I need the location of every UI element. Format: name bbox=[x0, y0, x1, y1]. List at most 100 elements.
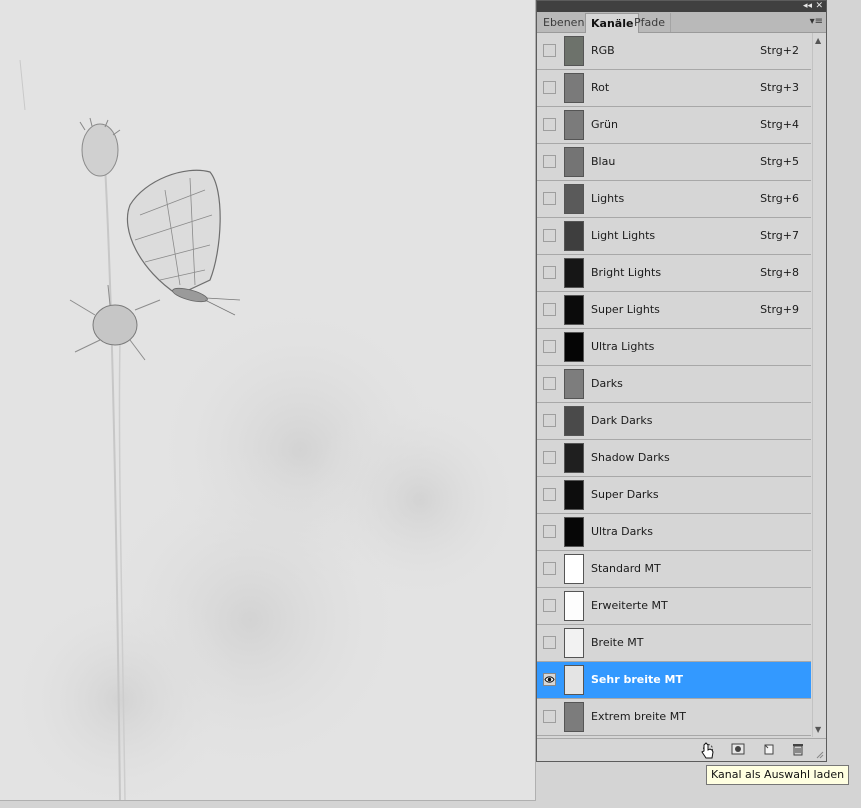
channel-row[interactable]: Ultra Lights bbox=[537, 329, 811, 366]
channel-thumbnail bbox=[564, 73, 584, 103]
visibility-toggle[interactable] bbox=[543, 266, 556, 279]
channels-panel: ◂◂ ✕ Ebenen Kanäle Pfade ▾≡ RGB Strg+2 Rot… bbox=[536, 0, 827, 762]
tab-ebenen[interactable]: Ebenen bbox=[538, 13, 591, 32]
visibility-toggle[interactable] bbox=[543, 488, 556, 501]
visibility-toggle[interactable] bbox=[543, 377, 556, 390]
channel-row[interactable]: Light Lights Strg+7 bbox=[537, 218, 811, 255]
panel-title-bar[interactable]: ◂◂ ✕ bbox=[537, 1, 826, 12]
visibility-toggle[interactable] bbox=[543, 636, 556, 649]
scroll-up-icon[interactable]: ▲ bbox=[815, 36, 821, 45]
channel-name: Light Lights bbox=[591, 229, 656, 242]
channel-thumbnail bbox=[564, 258, 584, 288]
channel-row[interactable]: Extrem breite MT bbox=[537, 699, 811, 736]
butterfly-image bbox=[0, 0, 535, 800]
channel-shortcut: Strg+9 bbox=[760, 303, 799, 316]
channel-shortcut: Strg+8 bbox=[760, 266, 799, 279]
channel-row[interactable]: Blau Strg+5 bbox=[537, 144, 811, 181]
channel-list: RGB Strg+2 Rot Strg+3 Grün Strg+4 Blau Strg+5 Li… bbox=[537, 33, 811, 737]
channel-row[interactable]: Grün Strg+4 bbox=[537, 107, 811, 144]
scroll-down-icon[interactable]: ▼ bbox=[815, 725, 821, 734]
hand-cursor-icon bbox=[701, 742, 714, 759]
visibility-toggle[interactable] bbox=[543, 81, 556, 94]
eye-icon bbox=[544, 676, 555, 683]
channel-list-scrollbar[interactable]: ▲ ▼ bbox=[812, 33, 826, 737]
channel-name: Dark Darks bbox=[591, 414, 653, 427]
save-selection-as-channel-icon[interactable] bbox=[731, 742, 745, 756]
channel-name: Ultra Lights bbox=[591, 340, 655, 353]
channel-thumbnail bbox=[564, 369, 584, 399]
document-canvas[interactable] bbox=[0, 0, 536, 801]
channel-row[interactable]: Super Lights Strg+9 bbox=[537, 292, 811, 329]
visibility-toggle[interactable] bbox=[543, 192, 556, 205]
channel-thumbnail bbox=[564, 628, 584, 658]
channel-row[interactable]: Ultra Darks bbox=[537, 514, 811, 551]
channel-name: Bright Lights bbox=[591, 266, 662, 279]
visibility-toggle[interactable] bbox=[543, 414, 556, 427]
channel-row[interactable]: Bright Lights Strg+8 bbox=[537, 255, 811, 292]
channel-name: Sehr breite MT bbox=[591, 673, 683, 686]
channel-thumbnail bbox=[564, 221, 584, 251]
channel-name: Darks bbox=[591, 377, 623, 390]
channel-row[interactable]: Lights Strg+6 bbox=[537, 181, 811, 218]
channel-name: Erweiterte MT bbox=[591, 599, 668, 612]
channel-thumbnail bbox=[564, 147, 584, 177]
channel-thumbnail bbox=[564, 517, 584, 547]
visibility-toggle[interactable] bbox=[543, 451, 556, 464]
visibility-toggle[interactable] bbox=[543, 525, 556, 538]
channel-shortcut: Strg+5 bbox=[760, 155, 799, 168]
channel-row[interactable]: Shadow Darks bbox=[537, 440, 811, 477]
close-panel-icon[interactable]: ✕ bbox=[815, 1, 823, 12]
channel-name: Super Lights bbox=[591, 303, 660, 316]
channel-name: Ultra Darks bbox=[591, 525, 654, 538]
resize-grip-icon[interactable] bbox=[816, 751, 824, 759]
collapse-panel-icon[interactable]: ◂◂ bbox=[803, 1, 812, 12]
channel-thumbnail bbox=[564, 406, 584, 436]
channel-thumbnail bbox=[564, 702, 584, 732]
channel-thumbnail bbox=[564, 110, 584, 140]
channel-thumbnail bbox=[564, 665, 584, 695]
visibility-toggle[interactable] bbox=[543, 229, 556, 242]
panel-tab-bar: Ebenen Kanäle Pfade ▾≡ bbox=[537, 12, 826, 33]
channel-name: Breite MT bbox=[591, 636, 644, 649]
channel-row[interactable]: Rot Strg+3 bbox=[537, 70, 811, 107]
channel-row[interactable]: Dark Darks bbox=[537, 403, 811, 440]
channel-row[interactable]: Erweiterte MT bbox=[537, 588, 811, 625]
visibility-toggle[interactable] bbox=[543, 340, 556, 353]
visibility-toggle[interactable] bbox=[543, 710, 556, 723]
tooltip: Kanal als Auswahl laden bbox=[706, 765, 850, 785]
visibility-toggle[interactable] bbox=[543, 44, 556, 57]
channel-shortcut: Strg+3 bbox=[760, 81, 799, 94]
channel-name: Lights bbox=[591, 192, 625, 205]
channel-row[interactable]: Sehr breite MT bbox=[537, 662, 811, 699]
channel-row[interactable]: Darks bbox=[537, 366, 811, 403]
visibility-toggle[interactable] bbox=[543, 118, 556, 131]
channel-row[interactable]: RGB Strg+2 bbox=[537, 33, 811, 70]
trash-icon[interactable] bbox=[791, 742, 805, 756]
visibility-toggle[interactable] bbox=[543, 673, 556, 686]
channel-name: Blau bbox=[591, 155, 616, 168]
channel-name: Standard MT bbox=[591, 562, 661, 575]
channel-shortcut: Strg+4 bbox=[760, 118, 799, 131]
channel-shortcut: Strg+7 bbox=[760, 229, 799, 242]
new-channel-icon[interactable] bbox=[762, 742, 776, 756]
visibility-toggle[interactable] bbox=[543, 562, 556, 575]
visibility-toggle[interactable] bbox=[543, 155, 556, 168]
channel-shortcut: Strg+2 bbox=[760, 44, 799, 57]
tab-pfade[interactable]: Pfade bbox=[629, 13, 671, 32]
channel-name: Super Darks bbox=[591, 488, 659, 501]
panel-footer bbox=[537, 738, 826, 761]
channel-shortcut: Strg+6 bbox=[760, 192, 799, 205]
channel-name: Grün bbox=[591, 118, 618, 131]
channel-name: Rot bbox=[591, 81, 610, 94]
channel-thumbnail bbox=[564, 332, 584, 362]
visibility-toggle[interactable] bbox=[543, 599, 556, 612]
channel-row[interactable]: Super Darks bbox=[537, 477, 811, 514]
panel-menu-icon[interactable]: ▾≡ bbox=[810, 16, 823, 27]
channel-row[interactable]: Breite MT bbox=[537, 625, 811, 662]
channel-thumbnail bbox=[564, 295, 584, 325]
channel-thumbnail bbox=[564, 184, 584, 214]
visibility-toggle[interactable] bbox=[543, 303, 556, 316]
channel-name: RGB bbox=[591, 44, 615, 57]
channel-thumbnail bbox=[564, 443, 584, 473]
channel-row[interactable]: Standard MT bbox=[537, 551, 811, 588]
